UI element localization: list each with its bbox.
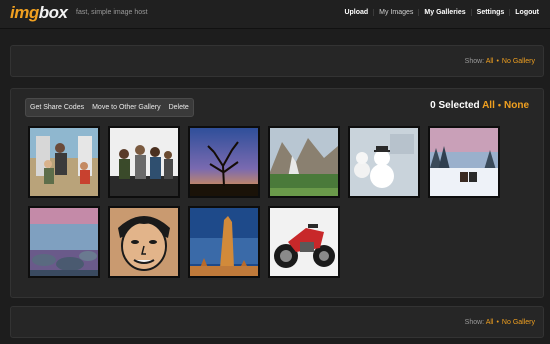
show-filter-top: Show: All • No Gallery <box>465 58 535 65</box>
bullet-separator: • <box>496 58 499 65</box>
thumb-group-photo[interactable] <box>108 126 180 198</box>
gallery-panel: Get Share Codes Move to Other Gallery De… <box>10 88 544 298</box>
get-share-codes-button[interactable]: Get Share Codes <box>26 104 88 111</box>
imgbox-logo[interactable]: imgbox <box>10 3 68 23</box>
image-actions-toolbar: Get Share Codes Move to Other Gallery De… <box>25 98 194 117</box>
bullet-separator: • <box>497 100 501 110</box>
logo-img-text: img <box>10 3 39 22</box>
thumb-motorcycle-photo[interactable] <box>268 206 340 278</box>
selected-count: 0 Selected <box>430 100 480 111</box>
delete-button[interactable]: Delete <box>165 104 193 111</box>
thumb-snowman-calendar-photo[interactable] <box>348 126 420 198</box>
nav-upload-link[interactable]: Upload <box>339 9 373 16</box>
logo-box-text: box <box>38 3 68 22</box>
show-filter-bottom: Show: All • No Gallery <box>465 319 535 326</box>
show-all-link[interactable]: All <box>486 58 494 65</box>
bottom-filter-panel: Show: All • No Gallery <box>10 306 544 338</box>
top-filter-panel: Show: All • No Gallery <box>10 45 544 77</box>
move-to-gallery-button[interactable]: Move to Other Gallery <box>88 104 164 111</box>
show-no-gallery-link[interactable]: No Gallery <box>502 58 535 65</box>
main-nav: Upload My Images My Galleries Settings L… <box>339 9 544 16</box>
thumb-tree-sunset-photo[interactable] <box>188 126 260 198</box>
nav-logout-link[interactable]: Logout <box>509 9 544 16</box>
nav-my-galleries-link[interactable]: My Galleries <box>418 9 470 16</box>
nav-settings-link[interactable]: Settings <box>470 9 510 16</box>
thumb-people-outdoors-photo[interactable] <box>28 126 100 198</box>
thumb-mountain-valley-photo[interactable] <box>268 126 340 198</box>
show-label: Show: <box>464 319 485 326</box>
selection-controls: 0 Selected All • None <box>430 100 529 111</box>
thumb-face-illustration[interactable] <box>108 206 180 278</box>
thumb-desert-rock-photo[interactable] <box>188 206 260 278</box>
show-no-gallery-link[interactable]: No Gallery <box>502 319 535 326</box>
show-all-link[interactable]: All <box>486 319 494 326</box>
top-navigation-bar: imgbox fast, simple image host Upload My… <box>0 0 550 29</box>
nav-my-images-link[interactable]: My Images <box>373 9 418 16</box>
site-tagline: fast, simple image host <box>76 9 148 16</box>
thumb-winter-sled-photo[interactable] <box>428 126 500 198</box>
select-none-link[interactable]: None <box>504 100 529 111</box>
bullet-separator: • <box>496 319 499 326</box>
thumb-rocky-shore-photo[interactable] <box>28 206 100 278</box>
select-all-link[interactable]: All <box>482 100 495 111</box>
show-label: Show: <box>464 58 485 65</box>
